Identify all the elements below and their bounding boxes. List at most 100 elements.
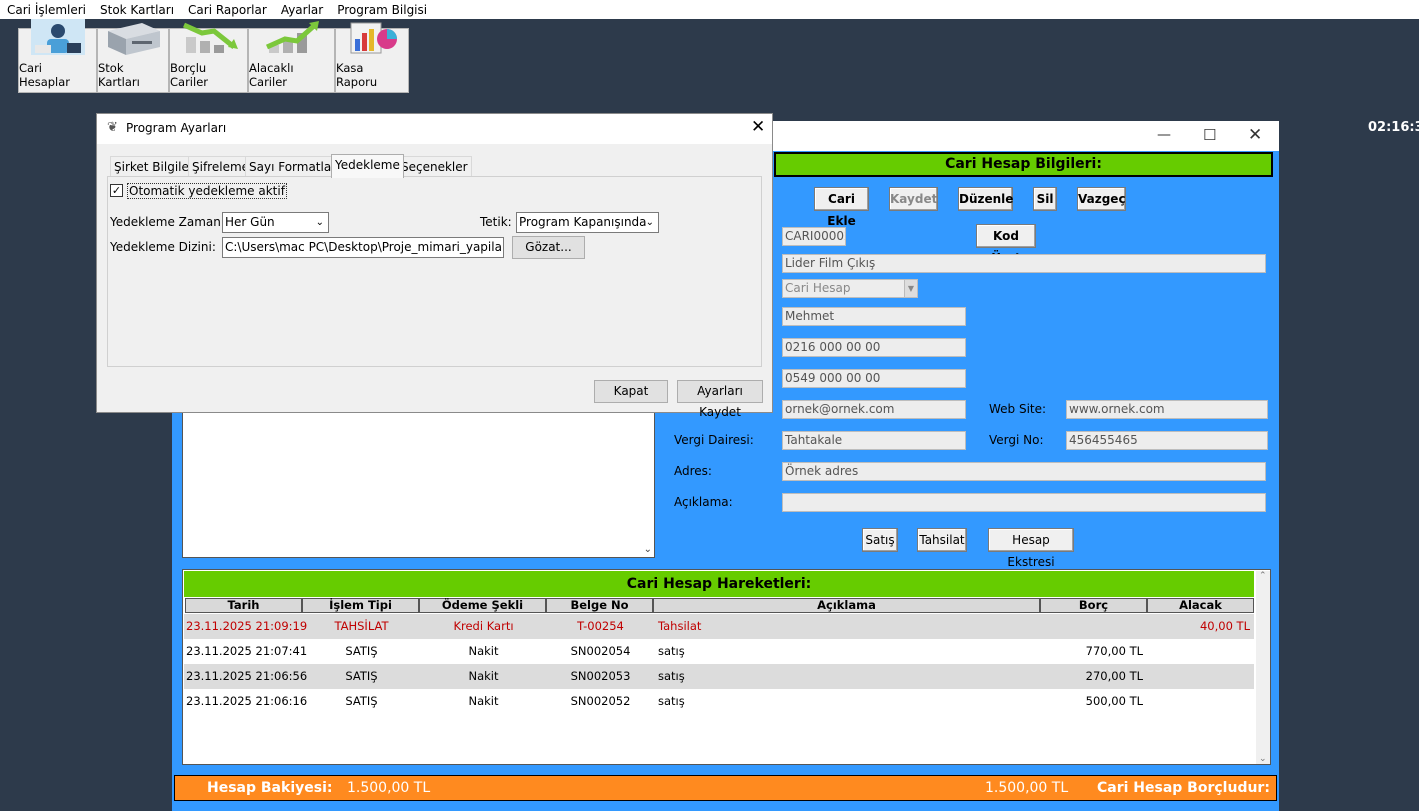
cell-aciklama: satış: [658, 694, 685, 708]
chevron-down-icon[interactable]: ⌄: [316, 213, 324, 232]
cell-tarih: 23.11.2025 21:06:56: [186, 669, 308, 683]
menu-stok-kartlari[interactable]: Stok Kartları: [93, 3, 181, 17]
table-row[interactable]: 23.11.2025 21:07:41 SATIŞ Nakit SN002054 sat…: [184, 639, 1254, 664]
yedekleme-zamani-value: Her Gün: [225, 215, 275, 229]
vazgec-button[interactable]: Vazgeç: [1077, 187, 1126, 211]
auto-backup-label: Otomatik yedekleme aktif: [127, 183, 287, 199]
yedekleme-tab-panel: [107, 176, 762, 367]
toolbar-label: Alacaklı Cariler: [249, 61, 294, 89]
cari-hareketleri-panel: Cari Hesap Hareketleri: Tarih İşlem Tipi…: [182, 569, 1271, 765]
gsm-field[interactable]: 0549 000 00 00: [782, 369, 966, 388]
telefon-field[interactable]: 0216 000 00 00: [782, 338, 966, 357]
duzenle-button[interactable]: Düzenle: [958, 187, 1013, 211]
table-row[interactable]: 23.11.2025 21:06:16 SATIŞ Nakit SN002052 sat…: [184, 689, 1254, 714]
tetik-select[interactable]: Program Kapanışında ⌄: [516, 212, 659, 233]
cell-belge: SN002053: [570, 669, 631, 683]
cari-kod-field[interactable]: CARI00002: [782, 227, 846, 246]
vergi-no-field[interactable]: 456455465: [1066, 431, 1268, 450]
auto-backup-checkbox[interactable]: ✓: [110, 184, 123, 197]
toolbar-alacakli-cariler-button[interactable]: Alacaklı Cariler: [248, 21, 335, 93]
close-icon[interactable]: ✕: [1248, 125, 1262, 145]
hesap-ekstresi-button[interactable]: Hesap Ekstresi: [988, 528, 1074, 569]
menu-program-bilgisi[interactable]: Program Bilgisi: [330, 3, 434, 17]
satis-button[interactable]: Satış: [862, 528, 898, 552]
chevron-down-icon[interactable]: ▼: [904, 280, 917, 297]
kapat-button[interactable]: Kapat: [594, 380, 668, 403]
chart-down-icon: [178, 17, 240, 57]
cell-aciklama: satış: [658, 644, 685, 658]
col-odeme-sekli[interactable]: Ödeme Şekli: [419, 598, 546, 613]
cell-borc: 770,00 TL: [1085, 644, 1143, 658]
cell-tip: TAHSİLAT: [334, 619, 389, 633]
toolbar-borclu-cariler-button[interactable]: Borçlu Cariler: [169, 22, 248, 93]
cell-tip: SATIŞ: [345, 644, 378, 658]
aciklama-field[interactable]: [782, 493, 1266, 512]
toolbar-kasa-raporu-button[interactable]: Kasa Raporu: [335, 22, 409, 93]
gozat-button[interactable]: Gözat...: [512, 236, 585, 259]
cari-tip-select[interactable]: Cari Hesap ▼: [782, 279, 918, 298]
yedekleme-dizini-input[interactable]: C:\Users\mac PC\Desktop\Proje_mimari_yap…: [222, 237, 504, 258]
toolbar-cari-hesaplar-button[interactable]: Cari Hesaplar: [18, 19, 97, 93]
cell-odeme: Nakit: [468, 669, 499, 683]
col-islem-tipi[interactable]: İşlem Tipi: [302, 598, 419, 613]
yedekleme-zamani-select[interactable]: Her Gün ⌄: [222, 212, 329, 233]
dialog-close-icon[interactable]: ✕: [751, 117, 765, 137]
ayarlari-kaydet-button[interactable]: Ayarları Kaydet: [677, 380, 763, 419]
cari-hareketleri-header: Cari Hesap Hareketleri:: [184, 571, 1254, 597]
tab-secenekler[interactable]: Seçenekler: [397, 156, 472, 176]
scroll-up-icon[interactable]: ⌃: [1259, 571, 1267, 581]
vergi-dairesi-field[interactable]: Tahtakale: [782, 431, 966, 450]
scroll-down-icon[interactable]: ⌄: [644, 544, 652, 555]
col-aciklama[interactable]: Açıklama: [653, 598, 1040, 613]
cari-ekle-button[interactable]: Cari Ekle: [814, 187, 869, 228]
web-site-field[interactable]: www.ornek.com: [1066, 400, 1268, 419]
cari-unvan-field[interactable]: Lider Film Çıkış: [782, 254, 1266, 273]
web-site-label: Web Site:: [989, 402, 1047, 416]
menu-ayarlar[interactable]: Ayarlar: [274, 3, 330, 17]
vergi-dairesi-label: Vergi Dairesi:: [674, 433, 754, 447]
tahsilat-button[interactable]: Tahsilat: [917, 528, 967, 552]
chevron-down-icon[interactable]: ⌄: [646, 213, 654, 232]
tab-yedekleme[interactable]: Yedekleme: [331, 154, 404, 178]
chart-up-icon: [261, 17, 323, 57]
yedekleme-dizini-label: Yedekleme Dizini:: [110, 240, 216, 254]
tetik-label: Tetik:: [480, 215, 512, 229]
yetkili-field[interactable]: Mehmet: [782, 307, 966, 326]
cell-alacak: [1148, 689, 1250, 714]
cell-belge: SN002054: [570, 644, 631, 658]
menu-cari-raporlar[interactable]: Cari Raporlar: [181, 3, 274, 17]
col-alacak[interactable]: Alacak: [1147, 598, 1254, 613]
cell-odeme: Nakit: [468, 644, 499, 658]
kod-uret-button[interactable]: Kod Üret: [976, 224, 1036, 265]
menu-cari-islemleri[interactable]: Cari İşlemleri: [0, 3, 93, 17]
col-borc[interactable]: Borç: [1040, 598, 1147, 613]
col-belge-no[interactable]: Belge No: [546, 598, 653, 613]
scroll-down-icon[interactable]: ⌄: [1259, 754, 1267, 764]
col-tarih[interactable]: Tarih: [185, 598, 302, 613]
cell-alacak: [1148, 664, 1250, 689]
dialog-title: Program Ayarları: [126, 121, 227, 135]
cari-list-panel[interactable]: ⌄: [182, 411, 655, 558]
table-row[interactable]: 23.11.2025 21:06:56 SATIŞ Nakit SN002053 sat…: [184, 664, 1254, 689]
tab-sayi-formatlari[interactable]: Sayı Formatları: [245, 156, 344, 176]
vertical-scrollbar[interactable]: ⌃ ⌄: [1256, 571, 1270, 764]
email-field[interactable]: ornek@ornek.com: [782, 400, 966, 419]
cell-borc: 500,00 TL: [1085, 694, 1143, 708]
maximize-icon[interactable]: ☐: [1203, 126, 1216, 144]
tab-sifreleme[interactable]: Şifreleme: [188, 156, 254, 176]
kaydet-button[interactable]: Kaydet: [889, 187, 938, 211]
tetik-value: Program Kapanışında: [519, 215, 647, 229]
aciklama-label: Açıklama:: [674, 495, 733, 509]
report-chart-icon: [341, 17, 403, 57]
toolbar-label: Cari Hesaplar: [19, 61, 71, 89]
adres-label: Adres:: [674, 464, 712, 478]
minimize-icon[interactable]: —: [1157, 127, 1171, 143]
cell-belge: SN002052: [570, 694, 631, 708]
sil-button[interactable]: Sil: [1033, 187, 1057, 211]
toolbar-stok-kartlari-button[interactable]: Stok Kartları: [97, 23, 169, 93]
table-row[interactable]: 23.11.2025 21:09:19 TAHSİLAT Kredi Kartı T-…: [184, 614, 1254, 639]
dialog-titlebar: ❦ Program Ayarları ✕: [97, 114, 772, 144]
yedekleme-zamani-label: Yedekleme Zamanı:: [110, 215, 229, 229]
borclu-status: Cari Hesap Borçludur:: [1097, 780, 1270, 796]
adres-field[interactable]: Örnek adres: [782, 462, 1266, 481]
